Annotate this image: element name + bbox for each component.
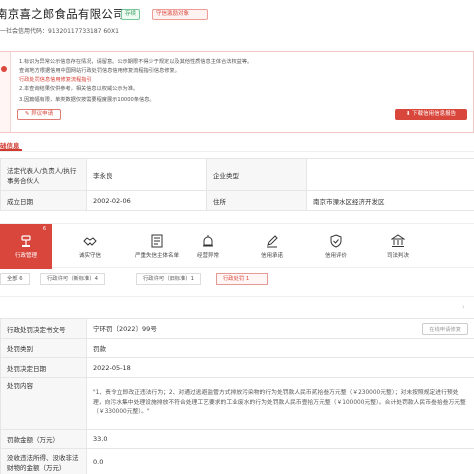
doc-number-label: 行政处罚决定书文号 (0, 318, 87, 339)
tab-label: 经营异常 (196, 253, 219, 259)
notice-box: 1.标识为异常公示信息存在情况，请留意。公示期限不得少于规定以及其他性质信息主体… (0, 51, 474, 133)
handshake-icon (83, 237, 97, 246)
notice-sidebar (0, 52, 11, 132)
divider (0, 151, 474, 152)
subtab-all[interactable]: 全部 6 (0, 273, 30, 285)
notice-repair-link-line[interactable]: 行政处罚信息信用修复流程指引 (19, 76, 92, 83)
penalty-type-label: 处罚类别 (0, 338, 87, 358)
tab-abnormal-operation[interactable]: 经营异常 (180, 224, 236, 269)
penalty-content-label: 处罚内容 (0, 377, 87, 430)
status-badge: 存续 (121, 9, 141, 20)
penalty-table: 行政处罚决定书文号 宁环罚〔2022〕99号 在线申请修复 处罚类别 罚款 处罚… (0, 318, 474, 474)
tab-admin-management[interactable]: 6 行政管理 (0, 224, 52, 269)
confiscation-value: 0.0 (86, 448, 474, 474)
established-label: 成立日期 (0, 190, 87, 211)
address-value: 南京市溧水区经济开发区 (306, 190, 474, 211)
doc-number-cell: 宁环罚〔2022〕99号 在线申请修复 (86, 318, 474, 339)
address-label: 住所 (206, 190, 307, 211)
sub-tabs: 全部 6 行政许可（新标准）4 行政许可（旧标准）1 行政处罚 1 (0, 273, 474, 287)
company-type-value (306, 158, 474, 191)
apply-repair-button[interactable]: 在线申请修复 (422, 322, 468, 335)
subtab-license-new[interactable]: 行政许可（新标准）4 (40, 273, 106, 285)
tab-credit-commitment[interactable]: 信用承诺 (244, 224, 300, 269)
tab-label: 信用承诺 (260, 253, 283, 259)
table-row: 没收违法所得、没收非法财物的金额（万元） 0.0 (0, 448, 474, 474)
download-icon: ⬇ (405, 111, 411, 117)
established-value: 2002-02-06 (86, 190, 207, 211)
tab-label: 行政管理 (14, 253, 37, 259)
gavel-icon (21, 235, 31, 247)
credit-code-label: 一社会信用代码： (0, 28, 49, 35)
penalty-content-value: "1、责令立即改正违法行为；2、对通过逃避监管方式排放污染物的行为处罚款人民币贰… (86, 377, 474, 430)
tab-integrity[interactable]: 诚实守信 (62, 224, 118, 269)
table-row: 成立日期 2002-02-06 住所 南京市溧水区经济开发区 (0, 190, 474, 211)
table-row: 行政处罚决定书文号 宁环罚〔2022〕99号 在线申请修复 (0, 318, 474, 339)
doc-number-value: 宁环罚〔2022〕99号 (93, 324, 157, 333)
tab-count: 6 (42, 226, 46, 232)
pen-icon (267, 235, 278, 248)
appeal-label: 异议申请 (31, 111, 54, 117)
table-row: 处罚类别 罚款 (0, 338, 474, 358)
tab-label: 司法判决 (386, 253, 409, 259)
divider (0, 296, 474, 297)
notice-line-1: 1.标识为异常公示信息存在情况，请留意。公示期限不得少于规定以及其他性质信息主体… (19, 59, 253, 65)
appeal-button[interactable]: ✎ 异议申请 (17, 109, 61, 120)
legal-rep-value: 李永良 (86, 158, 207, 191)
table-row: 处罚决定日期 2022-05-18 (0, 357, 474, 378)
tab-judicial[interactable]: 司法判决 (370, 224, 426, 269)
penalty-type-value: 罚款 (86, 338, 474, 358)
notice-line-2-text: 查询地方根据信用中国网站行政处罚信息信用修复流程指引信息修复。 (19, 68, 180, 74)
chevron-right-icon[interactable]: › (462, 303, 465, 311)
subtab-license-old[interactable]: 行政许可（旧标准）1 (136, 273, 202, 285)
tab-label: 诚实守信 (78, 253, 101, 259)
blacklist-icon (151, 234, 163, 248)
table-row: 处罚内容 "1、责令立即改正违法行为；2、对通过逃避监管方式排放污染物的行为处罚… (0, 377, 474, 430)
tab-credit-evaluation[interactable]: 信用评价 (308, 224, 364, 269)
decision-date-label: 处罚决定日期 (0, 357, 87, 378)
shield-icon (330, 234, 342, 248)
notice-line-4: 3.因篇幅有限，单类数据仅按需要程度展示10000条信息。 (19, 97, 155, 103)
repair-guide-link[interactable]: 行政处罚信息信用修复流程指引 (19, 77, 92, 83)
company-name: 南京喜之郎食品有限公司 (0, 7, 125, 21)
credit-incentive-badge: 守信激励对象 (152, 9, 208, 20)
subtab-penalty[interactable]: 行政处罚 1 (216, 273, 268, 285)
credit-code: 一社会信用代码：91320117733187 60X1 (0, 26, 119, 35)
fine-amount-value: 33.0 (86, 429, 474, 449)
building-icon (391, 234, 405, 247)
appeal-icon: ✎ (24, 111, 30, 117)
download-label: 下载信用信息报告 (412, 111, 457, 117)
decision-date-value: 2022-05-18 (86, 357, 474, 378)
download-report-button[interactable]: ⬇ 下载信用信息报告 (395, 109, 467, 120)
legal-rep-label: 法定代表人/负责人/执行事务合伙人 (0, 158, 87, 191)
notice-line-3: 2.本查询结果仅供参考，相关信息以权威公示为准。 (19, 86, 139, 92)
notice-line-2: 查询地方根据信用中国网站行政处罚信息信用修复流程指引信息修复。 (19, 67, 180, 74)
table-row: 法定代表人/负责人/执行事务合伙人 李永良 企业类型 (0, 158, 474, 191)
basic-info-table: 法定代表人/负责人/执行事务合伙人 李永良 企业类型 成立日期 2002-02-… (0, 158, 474, 211)
confiscation-label: 没收违法所得、没收非法财物的金额（万元） (0, 448, 87, 474)
alert-icon (1, 66, 7, 72)
category-tabs: 6 行政管理 诚实守信 严重失信主体名单 经营异常 信用承诺 信用评价 司法判决 (0, 223, 474, 269)
credit-code-value: 91320117733187 60X1 (48, 28, 119, 35)
fine-amount-label: 罚款金额（万元） (0, 429, 87, 449)
company-type-label: 企业类型 (206, 158, 307, 191)
table-row: 罚款金额（万元） 33.0 (0, 429, 474, 449)
alarm-icon (203, 235, 213, 247)
tab-label: 信用评价 (324, 253, 347, 259)
